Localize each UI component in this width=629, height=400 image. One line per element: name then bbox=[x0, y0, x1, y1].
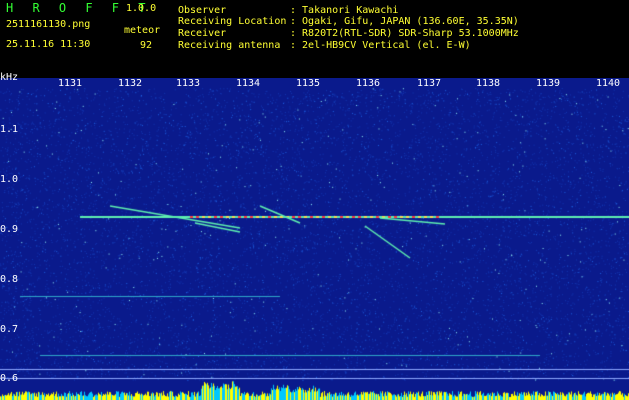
y-tick-label: 1.0 bbox=[0, 174, 19, 185]
y-tick-label: 0.6 bbox=[0, 373, 19, 384]
x-tick-label: 1133 bbox=[176, 78, 201, 89]
antenna-label: Receiving antenna bbox=[178, 40, 281, 51]
meteor-label: meteor bbox=[124, 25, 161, 36]
y-tick-label: 0.8 bbox=[0, 274, 19, 285]
header-panel: H R O F F T 1.0.0 2511161130.png 25.11.1… bbox=[0, 0, 629, 74]
y-tick-label: 1.1 bbox=[0, 124, 19, 135]
antenna-value: : 2el-HB9CV Vertical (el. E-W) bbox=[290, 40, 471, 51]
x-tick-label: 1131 bbox=[58, 78, 83, 89]
file-name: 2511161130.png bbox=[6, 19, 91, 30]
y-tick-label: 0.7 bbox=[0, 324, 19, 335]
x-tick-label: 1132 bbox=[118, 78, 143, 89]
spectrogram-canvas bbox=[0, 78, 629, 400]
y-axis-unit: kHz bbox=[0, 72, 19, 83]
date-time: 25.11.16 11:30 bbox=[6, 39, 91, 50]
receiver-label: Receiver bbox=[178, 28, 227, 39]
location-label: Receiving Location bbox=[178, 16, 287, 27]
x-tick-label: 1138 bbox=[476, 78, 501, 89]
x-tick-label: 1140 bbox=[596, 78, 621, 89]
meteor-count: 92 bbox=[140, 40, 153, 51]
x-tick-label: 1137 bbox=[417, 78, 442, 89]
x-tick-label: 1139 bbox=[536, 78, 561, 89]
x-tick-label: 1134 bbox=[236, 78, 261, 89]
x-tick-label: 1135 bbox=[296, 78, 321, 89]
y-tick-label: 0.9 bbox=[0, 224, 19, 235]
x-tick-label: 1136 bbox=[356, 78, 381, 89]
app-version: 1.0.0 bbox=[126, 3, 157, 14]
location-value: : Ogaki, Gifu, JAPAN (136.60E, 35.35N) bbox=[290, 16, 519, 27]
receiver-value: : R820T2(RTL-SDR) SDR-Sharp 53.1000MHz bbox=[290, 28, 519, 39]
